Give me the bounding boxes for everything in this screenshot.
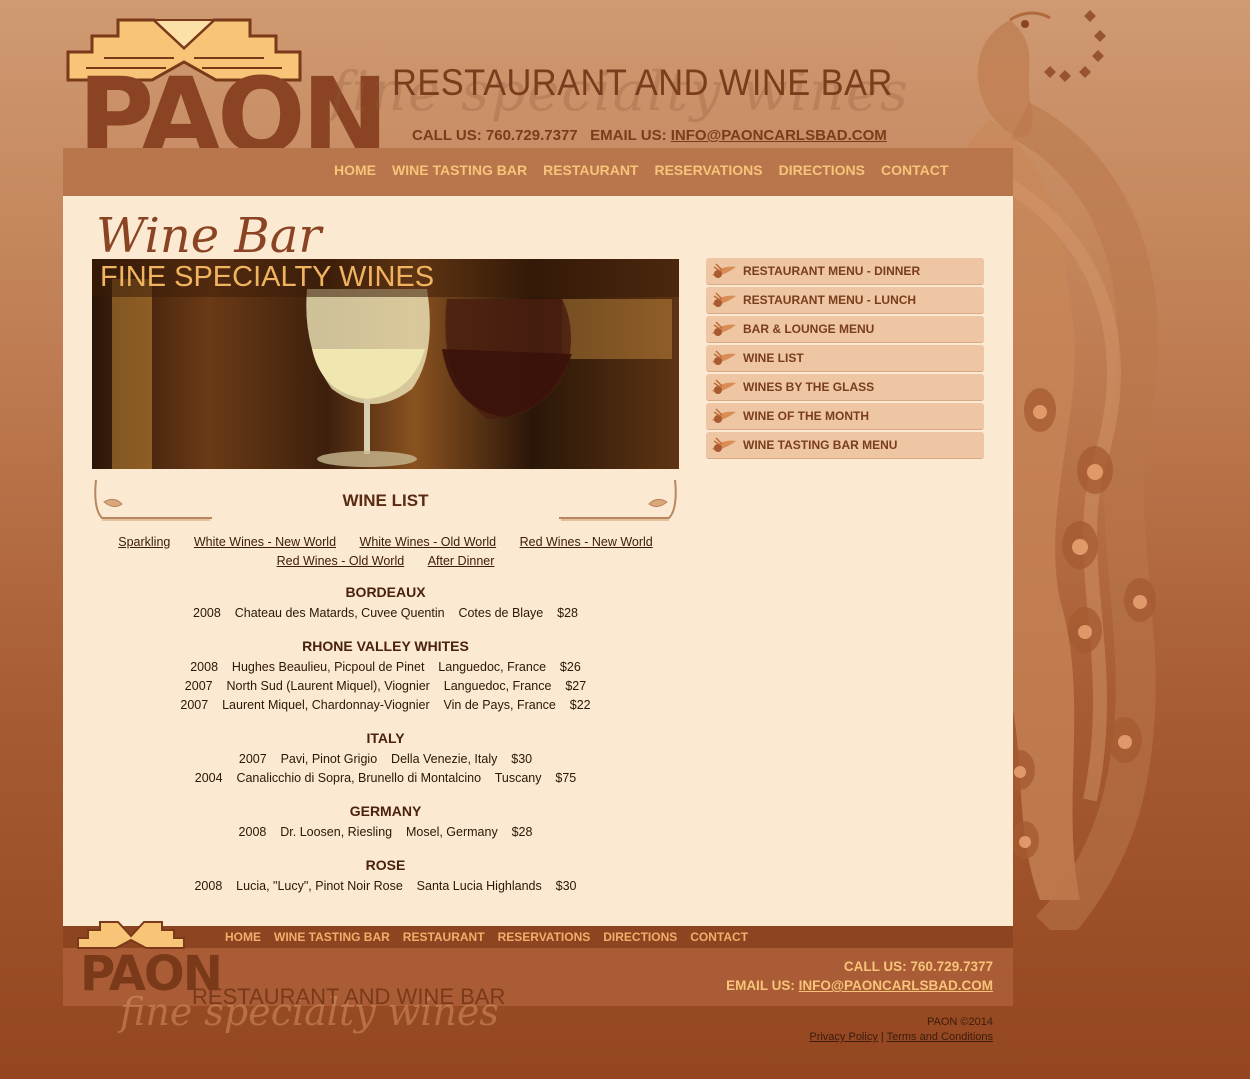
sidebar-item-wines-by-glass[interactable]: WINES BY THE GLASS [706, 374, 984, 401]
category-link-sparkling[interactable]: Sparkling [118, 535, 170, 549]
sidebar-item-label: WINE OF THE MONTH [743, 409, 869, 423]
wine-category-links: Sparkling White Wines - New World White … [92, 533, 679, 571]
section-heading-rhone-valley-whites: RHONE VALLEY WHITES [302, 638, 469, 654]
wine-row: 2008 Chateau des Matards, Cuvee Quentin … [193, 606, 578, 620]
wine-row: 2004 Canalicchio di Sopra, Brunello di M… [194, 771, 577, 785]
category-link-after-dinner[interactable]: After Dinner [428, 554, 495, 568]
nav-wine-tasting-bar[interactable]: WINE TASTING BAR [392, 162, 527, 178]
category-link-red-new-world[interactable]: Red Wines - New World [520, 535, 653, 549]
section-heading-italy: ITALY [366, 730, 405, 746]
main-nav: HOME WINE TASTING BAR RESTAURANT RESERVA… [334, 162, 948, 178]
footer-phone: CALL US: 760.729.7377 [843, 959, 993, 974]
nav-reservations[interactable]: RESERVATIONS [654, 162, 762, 178]
sidebar-item-wine-of-month[interactable]: WINE OF THE MONTH [706, 403, 984, 430]
page-title: Wine Bar [96, 208, 322, 264]
wine-row: 2007 Laurent Miquel, Chardonnay-Viognier… [180, 698, 591, 712]
peacock-feather-icon [712, 292, 736, 307]
sidebar-item-bar-lounge-menu[interactable]: BAR & LOUNGE MENU [706, 316, 984, 343]
hero-image: FINE SPECIALTY WINES [92, 259, 679, 469]
sidebar-item-wine-list[interactable]: WINE LIST [706, 345, 984, 372]
sidebar-item-dinner-menu[interactable]: RESTAURANT MENU - DINNER [706, 258, 984, 285]
wine-row: 2008 Lucia, "Lucy", Pinot Noir Rose Sant… [194, 879, 577, 893]
header-email-label: EMAIL US: [590, 127, 667, 144]
footer-legal: PAON ©2014 Privacy Policy | Terms and Co… [809, 1015, 993, 1045]
footer-nav-restaurant[interactable]: RESTAURANT [403, 930, 485, 944]
peacock-feather-icon [712, 408, 736, 423]
sidebar-item-tasting-bar-menu[interactable]: WINE TASTING BAR MENU [706, 432, 984, 459]
footer-nav: HOME WINE TASTING BAR RESTAURANT RESERVA… [225, 930, 748, 944]
peacock-feather-icon [712, 350, 736, 365]
privacy-policy-link[interactable]: Privacy Policy [809, 1031, 877, 1043]
site-title: RESTAURANT AND WINE BAR [392, 62, 893, 103]
footer-separator: | [880, 1031, 884, 1043]
wine-row: 2007 North Sud (Laurent Miquel), Viognie… [184, 679, 587, 693]
wine-row: 2008 Hughes Beaulieu, Picpoul de Pinet L… [190, 660, 581, 674]
header-email-link[interactable]: INFO@PAONCARLSBAD.COM [671, 127, 887, 144]
footer-title: RESTAURANT AND WINE BAR [192, 984, 506, 1009]
wine-list-heading: WINE LIST [342, 491, 429, 510]
nav-restaurant[interactable]: RESTAURANT [543, 162, 638, 178]
header-phone: CALL US: 760.729.7377 [412, 127, 578, 144]
footer-nav-contact[interactable]: CONTACT [690, 930, 748, 944]
sidebar-item-label: BAR & LOUNGE MENU [743, 322, 875, 336]
terms-link[interactable]: Terms and Conditions [887, 1031, 993, 1043]
wine-row: 2008 Dr. Loosen, Riesling Mosel, Germany… [238, 825, 533, 839]
sidebar-item-label: WINE LIST [743, 351, 804, 365]
footer-contact: CALL US: 760.729.7377 EMAIL US: INFO@PAO… [726, 957, 993, 995]
footer-email-label: EMAIL US: [726, 978, 795, 993]
section-heading-rose: ROSE [365, 857, 406, 873]
peacock-feather-icon [712, 379, 736, 394]
footer-nav-home[interactable]: HOME [225, 930, 261, 944]
hero-caption: FINE SPECIALTY WINES [100, 261, 435, 293]
copyright: PAON ©2014 [927, 1016, 993, 1028]
nav-home[interactable]: HOME [334, 162, 376, 178]
category-link-red-old-world[interactable]: Red Wines - Old World [277, 554, 405, 568]
footer-nav-directions[interactable]: DIRECTIONS [603, 930, 677, 944]
footer-nav-reservations[interactable]: RESERVATIONS [498, 930, 591, 944]
sidebar-item-lunch-menu[interactable]: RESTAURANT MENU - LUNCH [706, 287, 984, 314]
sidebar-item-label: RESTAURANT MENU - DINNER [743, 264, 921, 278]
category-link-white-old-world[interactable]: White Wines - Old World [360, 535, 497, 549]
sidebar-item-label: RESTAURANT MENU - LUNCH [743, 293, 917, 307]
peacock-feather-icon [712, 437, 736, 452]
section-heading-bordeaux: BORDEAUX [345, 584, 426, 600]
sidebar-item-label: WINE TASTING BAR MENU [743, 438, 898, 452]
sidebar-item-label: WINES BY THE GLASS [743, 380, 875, 394]
footer-email-link[interactable]: INFO@PAONCARLSBAD.COM [799, 978, 993, 993]
nav-directions[interactable]: DIRECTIONS [779, 162, 865, 178]
wine-row: 2007 Pavi, Pinot Grigio Della Venezie, I… [238, 752, 533, 766]
category-link-white-new-world[interactable]: White Wines - New World [194, 535, 336, 549]
footer-nav-wine-tasting-bar[interactable]: WINE TASTING BAR [274, 930, 390, 944]
header-contact: CALL US: 760.729.7377 EMAIL US: INFO@PAO… [412, 127, 887, 144]
peacock-feather-icon [712, 321, 736, 336]
section-heading-germany: GERMANY [349, 803, 422, 819]
nav-contact[interactable]: CONTACT [881, 162, 948, 178]
peacock-feather-icon [712, 263, 736, 278]
